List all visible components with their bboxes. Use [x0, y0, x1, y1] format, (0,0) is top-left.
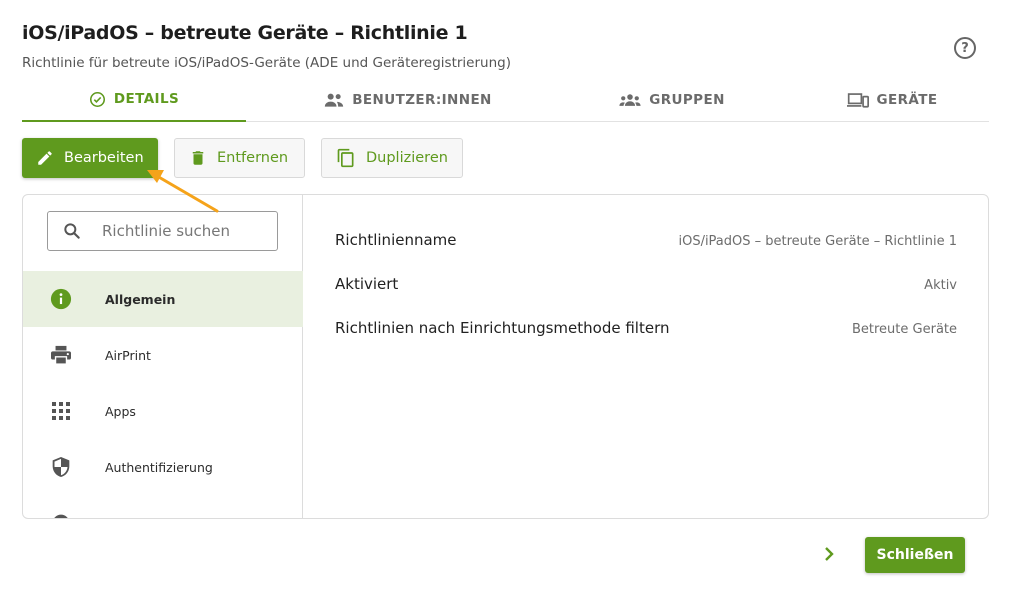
- search-box[interactable]: [47, 211, 278, 251]
- trash-icon: [192, 151, 204, 165]
- sidebar-item-partial: [23, 495, 303, 518]
- detail-key: Richtlinienname: [335, 231, 457, 249]
- sidebar-item-apps[interactable]: Apps: [23, 383, 303, 439]
- search-input[interactable]: [102, 222, 262, 240]
- tab-devices-label: GERÄTE: [876, 92, 938, 108]
- policy-panel: Allgemein AirPrint Apps Authentifizierun…: [22, 194, 989, 519]
- apps-grid-icon: [50, 400, 72, 422]
- copy-icon: [337, 148, 354, 168]
- sidebar-item-label: Apps: [105, 403, 136, 419]
- groups-icon: [619, 94, 641, 106]
- tab-groups[interactable]: GRUPPEN: [562, 78, 782, 122]
- people-icon: [325, 93, 344, 107]
- page-title: iOS/iPadOS – betreute Geräte – Richtlini…: [22, 22, 468, 44]
- chevron-right-icon[interactable]: [820, 545, 838, 563]
- close-button[interactable]: Schließen: [865, 537, 965, 573]
- detail-row: Richtlinienname iOS/iPadOS – betreute Ge…: [335, 231, 957, 255]
- page-subtitle: Richtlinie für betreute iOS/iPadOS-Gerät…: [22, 55, 511, 71]
- devices-icon: [846, 93, 869, 108]
- tab-details[interactable]: DETAILS: [22, 78, 246, 122]
- pencil-icon: [38, 151, 52, 165]
- tab-devices[interactable]: GERÄTE: [782, 78, 1002, 122]
- edit-button-label: Bearbeiten: [64, 150, 144, 166]
- detail-row: Aktiviert Aktiv: [335, 275, 957, 299]
- detail-value: Aktiv: [924, 278, 957, 293]
- detail-value: Betreute Geräte: [851, 322, 957, 337]
- detail-value: iOS/iPadOS – betreute Geräte – Richtlini…: [678, 234, 957, 249]
- tab-groups-label: GRUPPEN: [649, 92, 725, 108]
- info-icon: [50, 288, 72, 310]
- printer-icon: [50, 344, 72, 366]
- remove-button-label: Entfernen: [217, 150, 289, 166]
- tab-bar: DETAILS BENUTZER:INNEN GRUPPEN GERÄTE: [22, 78, 989, 122]
- sidebar-item-label: AirPrint: [105, 347, 151, 363]
- globe-icon: [50, 512, 72, 518]
- sidebar-item-label: Allgemein: [105, 291, 176, 307]
- tab-details-label: DETAILS: [113, 91, 180, 107]
- sidebar-item-label: Authentifizierung: [105, 459, 213, 475]
- edit-button[interactable]: Bearbeiten: [22, 138, 158, 178]
- policy-details: Richtlinienname iOS/iPadOS – betreute Ge…: [304, 195, 988, 518]
- duplicate-button-label: Duplizieren: [366, 150, 448, 166]
- duplicate-button[interactable]: Duplizieren: [321, 138, 463, 178]
- search-icon: [64, 223, 80, 239]
- detail-key: Aktiviert: [335, 275, 399, 293]
- sidebar-item-authentifizierung[interactable]: Authentifizierung: [23, 439, 303, 495]
- tab-users-label: BENUTZER:INNEN: [352, 92, 492, 108]
- detail-row: Richtlinien nach Einrichtungsmethode fil…: [335, 319, 957, 343]
- sidebar-item-allgemein[interactable]: Allgemein: [23, 271, 303, 327]
- shield-icon: [50, 456, 72, 478]
- detail-key: Richtlinien nach Einrichtungsmethode fil…: [335, 319, 670, 337]
- sidebar-item-airprint[interactable]: AirPrint: [23, 327, 303, 383]
- check-circle-icon: [89, 91, 105, 107]
- help-icon[interactable]: ?: [954, 37, 976, 59]
- policy-sidebar: Allgemein AirPrint Apps Authentifizierun…: [23, 195, 303, 518]
- remove-button[interactable]: Entfernen: [174, 138, 305, 178]
- tab-users[interactable]: BENUTZER:INNEN: [298, 78, 518, 122]
